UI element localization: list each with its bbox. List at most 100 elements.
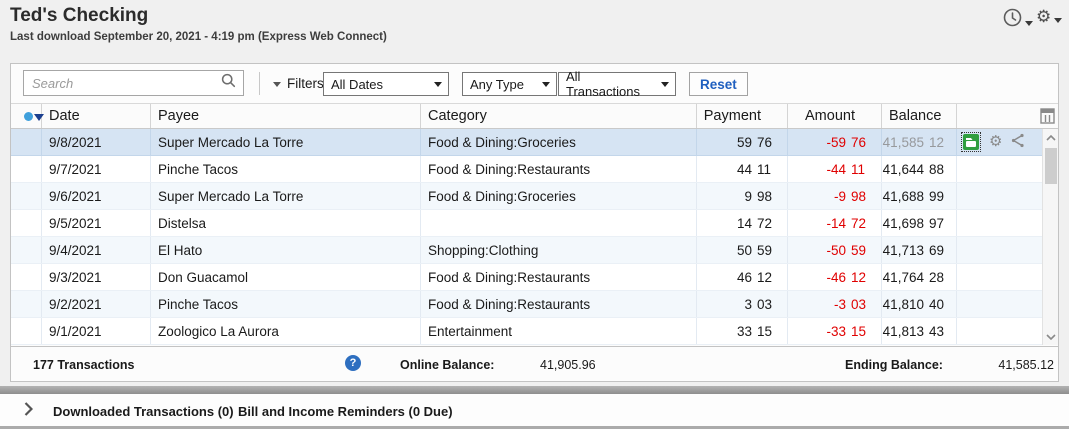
row-actions bbox=[957, 183, 1042, 209]
row-payee: Zoologico La Aurora bbox=[151, 318, 421, 344]
scroll-down-icon[interactable] bbox=[1043, 328, 1059, 345]
row-category: Food & Dining:Groceries bbox=[421, 129, 697, 155]
row-date: 9/5/2021 bbox=[42, 210, 151, 236]
row-amount: -3315 bbox=[788, 318, 882, 344]
row-status-cell bbox=[11, 264, 42, 290]
row-category: Food & Dining:Restaurants bbox=[421, 264, 697, 290]
row-category: Food & Dining:Restaurants bbox=[421, 156, 697, 182]
row-amount: -303 bbox=[788, 291, 882, 317]
column-header-payment[interactable]: Payment bbox=[697, 104, 788, 128]
row-payment: 3315 bbox=[697, 318, 788, 344]
page-title: Ted's Checking bbox=[10, 5, 148, 27]
row-status-cell bbox=[11, 237, 42, 263]
chevron-down-icon bbox=[434, 82, 442, 87]
row-gear-icon[interactable]: ⚙︎ bbox=[989, 134, 1002, 150]
column-header-status[interactable] bbox=[11, 104, 42, 128]
row-balance: 41,64488 bbox=[882, 156, 957, 182]
reset-filters-button[interactable]: Reset bbox=[689, 72, 748, 96]
row-payee: Super Mercado La Torre bbox=[151, 183, 421, 209]
reset-label: Reset bbox=[700, 77, 737, 92]
table-row[interactable]: 9/7/2021 Pinche Tacos Food & Dining:Rest… bbox=[11, 156, 1042, 183]
row-payment: 4612 bbox=[697, 264, 788, 290]
search-icon bbox=[221, 73, 236, 93]
search-box bbox=[23, 70, 244, 96]
row-balance: 41,68899 bbox=[882, 183, 957, 209]
row-date: 9/2/2021 bbox=[42, 291, 151, 317]
scroll-up-icon[interactable] bbox=[1043, 129, 1059, 146]
history-menu-button[interactable] bbox=[1003, 8, 1033, 32]
row-date: 9/8/2021 bbox=[42, 129, 151, 155]
table-header: Date Payee Category Payment Amount Balan… bbox=[11, 103, 1058, 129]
table-row[interactable]: 9/8/2021 Super Mercado La Torre Food & D… bbox=[11, 129, 1042, 156]
row-payment: 5059 bbox=[697, 237, 788, 263]
chevron-down-icon bbox=[1054, 18, 1062, 23]
chevron-down-icon bbox=[1025, 21, 1033, 26]
downloaded-transactions-tab[interactable]: Downloaded Transactions (0) bbox=[53, 404, 234, 419]
sort-indicator-icon bbox=[24, 111, 44, 121]
column-header-payee[interactable]: Payee bbox=[151, 104, 421, 128]
scrollbar-thumb[interactable] bbox=[1045, 148, 1057, 184]
column-header-date[interactable]: Date bbox=[42, 104, 151, 128]
row-payee: Pinche Tacos bbox=[151, 156, 421, 182]
ending-balance-value: 41,585.12 bbox=[998, 358, 1054, 372]
filters-toggle[interactable]: Filters bbox=[273, 76, 324, 91]
table-row[interactable]: 9/6/2021 Super Mercado La Torre Food & D… bbox=[11, 183, 1042, 210]
table-row[interactable]: 9/2/2021 Pinche Tacos Food & Dining:Rest… bbox=[11, 291, 1042, 318]
online-balance-label: Online Balance: bbox=[400, 358, 494, 372]
register-panel: Filters All Dates Any Type All Transacti… bbox=[10, 63, 1059, 382]
row-payee: Distelsa bbox=[151, 210, 421, 236]
table-row[interactable]: 9/3/2021 Don Guacamol Food & Dining:Rest… bbox=[11, 264, 1042, 291]
columns-icon bbox=[1040, 111, 1055, 128]
account-header: Ted's Checking Last download September 2… bbox=[0, 0, 1069, 60]
row-balance: 41,58512 bbox=[882, 129, 957, 155]
transaction-filter[interactable]: All Transactions bbox=[558, 72, 676, 96]
chevron-down-icon bbox=[661, 82, 669, 87]
row-category: Food & Dining:Groceries bbox=[421, 183, 697, 209]
filter-triangle-icon bbox=[273, 82, 281, 87]
chevron-right-icon[interactable] bbox=[24, 402, 33, 421]
row-balance: 41,81343 bbox=[882, 318, 957, 344]
row-date: 9/4/2021 bbox=[42, 237, 151, 263]
row-date: 9/1/2021 bbox=[42, 318, 151, 344]
row-actions bbox=[957, 210, 1042, 236]
register-summary: 177 Transactions ? Online Balance: 41,90… bbox=[11, 346, 1058, 381]
vertical-scrollbar[interactable] bbox=[1042, 129, 1058, 345]
split-icon[interactable] bbox=[1010, 133, 1025, 151]
table-row[interactable]: 9/5/2021 Distelsa 1472 -1472 41,69897 bbox=[11, 210, 1042, 237]
table-row[interactable]: 9/4/2021 El Hato Shopping:Clothing 5059 … bbox=[11, 237, 1042, 264]
row-status-cell bbox=[11, 210, 42, 236]
row-actions bbox=[957, 291, 1042, 317]
column-header-amount[interactable]: Amount bbox=[788, 104, 882, 128]
row-date: 9/3/2021 bbox=[42, 264, 151, 290]
column-header-category[interactable]: Category bbox=[421, 104, 697, 128]
row-balance: 41,76428 bbox=[882, 264, 957, 290]
row-category: Entertainment bbox=[421, 318, 697, 344]
type-filter[interactable]: Any Type bbox=[462, 72, 557, 96]
bottom-panel: Downloaded Transactions (0) Bill and Inc… bbox=[0, 394, 1069, 429]
row-date: 9/7/2021 bbox=[42, 156, 151, 182]
search-input[interactable] bbox=[24, 76, 221, 91]
date-range-filter[interactable]: All Dates bbox=[323, 72, 449, 96]
save-icon[interactable] bbox=[961, 132, 981, 152]
table-row[interactable]: 9/1/2021 Zoologico La Aurora Entertainme… bbox=[11, 318, 1042, 345]
type-filter-value: Any Type bbox=[470, 77, 524, 92]
filters-label: Filters bbox=[287, 76, 324, 91]
row-status-cell bbox=[11, 156, 42, 182]
online-balance-value: 41,905.96 bbox=[540, 358, 596, 372]
row-payee: Pinche Tacos bbox=[151, 291, 421, 317]
row-amount: -998 bbox=[788, 183, 882, 209]
row-actions bbox=[957, 237, 1042, 263]
row-amount: -1472 bbox=[788, 210, 882, 236]
chevron-down-icon bbox=[542, 82, 550, 87]
row-status-cell bbox=[11, 129, 42, 155]
columns-chooser-button[interactable] bbox=[1040, 108, 1055, 129]
row-payment: 303 bbox=[697, 291, 788, 317]
row-balance: 41,71369 bbox=[882, 237, 957, 263]
row-status-cell bbox=[11, 183, 42, 209]
transaction-filter-value: All Transactions bbox=[566, 69, 653, 99]
row-actions bbox=[957, 264, 1042, 290]
settings-menu-button[interactable]: ⚙︎ bbox=[1036, 8, 1062, 26]
bill-income-reminders-tab[interactable]: Bill and Income Reminders (0 Due) bbox=[238, 404, 453, 419]
help-icon[interactable]: ? bbox=[345, 355, 361, 371]
column-header-balance[interactable]: Balance bbox=[882, 104, 957, 128]
